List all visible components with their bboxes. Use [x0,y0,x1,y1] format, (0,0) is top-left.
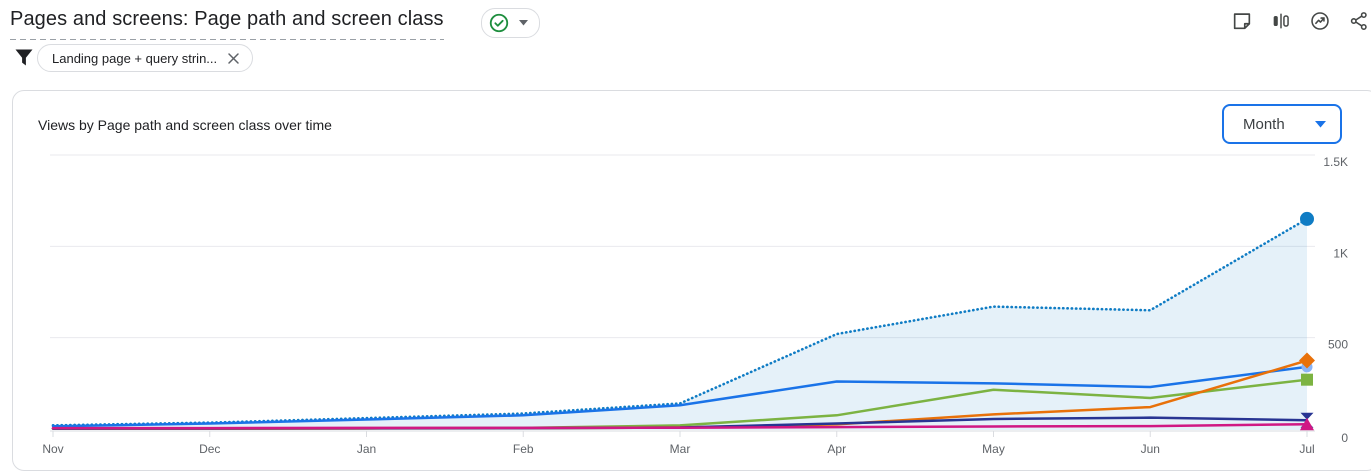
y-axis-labels: 0 500 1K 1.5K [1323,155,1348,445]
filter-chip[interactable]: Landing page + query strin... [37,44,253,72]
end-marker-total-dotted-blue [1300,212,1314,226]
views-over-time-chart: 0 500 1K 1.5K Nov Dec Jan Feb Mar Apr May Jun Jul [12,140,1371,463]
filter-chip-label: Landing page + query strin... [52,51,217,66]
x-axis-label: Dec [199,442,220,456]
x-axis-label: Nov [42,442,63,456]
y-axis-label: 1K [1333,246,1348,260]
chart-title: Views by Page path and screen class over… [38,117,332,133]
filter-chip-close-icon[interactable] [227,52,240,65]
x-axis-label: Feb [513,442,534,456]
insights-icon[interactable] [1308,9,1332,33]
x-axis-label: Apr [827,442,846,456]
y-axis-label: 500 [1328,338,1348,352]
y-axis-label: 1.5K [1323,155,1348,169]
end-marker-green [1301,374,1313,386]
chevron-down-icon [1315,121,1326,128]
page-notes-icon[interactable] [1230,9,1254,33]
y-axis-label: 0 [1341,431,1348,445]
x-axis-label: Mar [670,442,691,456]
x-axis-label: Jan [357,442,376,456]
x-axis-label: Jul [1299,442,1314,456]
x-axis-ticks [53,431,1307,437]
share-icon[interactable] [1347,9,1371,33]
granularity-dropdown[interactable]: Month [1222,104,1342,144]
x-axis-label: May [982,442,1005,456]
x-axis-label: Jun [1141,442,1160,456]
header-actions [1230,9,1371,33]
report-status-badge[interactable] [481,8,540,38]
area-fill-total-dotted-blue [53,219,1307,430]
page-title: Pages and screens: Page path and screen … [10,8,444,40]
check-circle-icon [488,12,510,34]
x-axis-labels: Nov Dec Jan Feb Mar Apr May Jun Jul [42,442,1314,456]
filter-funnel-icon [14,47,34,73]
granularity-value: Month [1243,116,1285,133]
comparisons-icon[interactable] [1269,9,1293,33]
chevron-down-icon [519,20,528,26]
